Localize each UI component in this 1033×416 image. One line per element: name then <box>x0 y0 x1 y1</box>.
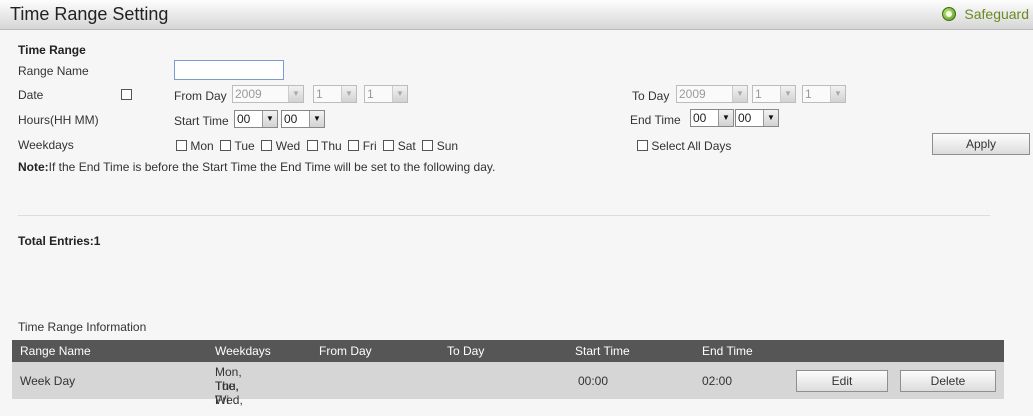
date-label: Date <box>18 88 44 102</box>
start-minute-select[interactable]: 00 ▼ <box>281 110 325 128</box>
from-year-select[interactable]: 2009 ▼ <box>232 85 304 103</box>
day-checkbox-wed[interactable] <box>261 140 273 151</box>
note-prefix: Note: <box>18 160 49 174</box>
to-month-select[interactable]: 1 ▼ <box>752 85 796 103</box>
total-entries: Total Entries:1 <box>18 234 101 248</box>
day-checkbox-sat[interactable] <box>383 140 395 151</box>
safeguard-badge: Safeguard <box>942 6 1029 22</box>
start-time-label: Start Time <box>174 114 229 128</box>
to-day-label: To Day <box>632 89 670 103</box>
chevron-down-icon: ▼ <box>763 110 778 126</box>
col-to-day: To Day <box>447 344 485 358</box>
chevron-down-icon: ▼ <box>262 111 277 127</box>
day-label-mon: Mon <box>190 139 214 153</box>
chevron-down-icon: ▼ <box>288 86 303 102</box>
select-all-label: Select All Days <box>651 139 732 153</box>
table-header: Range Name Weekdays From Day To Day Star… <box>12 340 1004 362</box>
edit-button[interactable]: Edit <box>796 370 888 392</box>
page-header: Time Range Setting Safeguard <box>0 0 1033 30</box>
note: Note:If the End Time is before the Start… <box>18 160 495 174</box>
day-label-sat: Sat <box>397 139 416 153</box>
weekday-checkboxes: Mon Tue Wed Thu Fri Sat Sun <box>176 139 458 153</box>
day-label-thu: Thu <box>321 139 342 153</box>
chevron-down-icon: ▼ <box>732 86 747 102</box>
cell-start-time: 00:00 <box>578 374 609 388</box>
chevron-down-icon: ▼ <box>780 86 795 102</box>
to-year-select[interactable]: 2009 ▼ <box>676 85 748 103</box>
cell-end-time: 02:00 <box>702 374 733 388</box>
date-checkbox[interactable] <box>121 89 132 100</box>
chevron-down-icon: ▼ <box>718 110 733 126</box>
hours-label: Hours(HH MM) <box>18 113 99 127</box>
chevron-down-icon: ▼ <box>341 86 356 102</box>
col-start-time: Start Time <box>575 344 630 358</box>
range-name-input[interactable] <box>174 60 284 80</box>
from-day-label: From Day <box>174 89 227 103</box>
day-checkbox-sun[interactable] <box>422 140 434 151</box>
start-hour-select[interactable]: 00 ▼ <box>234 110 278 128</box>
from-day-select[interactable]: 1 ▼ <box>364 85 408 103</box>
divider <box>18 215 990 216</box>
day-checkbox-fri[interactable] <box>348 140 360 151</box>
section-title: Time Range <box>18 43 86 57</box>
col-range-name: Range Name <box>20 344 91 358</box>
note-text: If the End Time is before the Start Time… <box>48 160 496 174</box>
safeguard-icon <box>942 7 957 21</box>
end-hour-select[interactable]: 00 ▼ <box>690 109 734 127</box>
chevron-down-icon: ▼ <box>309 111 324 127</box>
table-caption: Time Range Information <box>18 320 147 334</box>
day-label-wed: Wed <box>275 139 301 153</box>
end-time-label: End Time <box>630 113 681 127</box>
day-label-sun: Sun <box>436 139 459 153</box>
to-day-select[interactable]: 1 ▼ <box>802 85 846 103</box>
delete-button[interactable]: Delete <box>900 370 996 392</box>
day-label-fri: Fri <box>362 139 377 153</box>
col-weekdays: Weekdays <box>215 344 271 358</box>
safeguard-label: Safeguard <box>964 6 1029 22</box>
day-label-tue: Tue <box>234 139 255 153</box>
chevron-down-icon: ▼ <box>392 86 407 102</box>
col-end-time: End Time <box>702 344 753 358</box>
end-minute-select[interactable]: 00 ▼ <box>735 109 779 127</box>
range-name-label: Range Name <box>18 64 89 78</box>
select-all-checkbox[interactable] <box>637 140 648 151</box>
day-checkbox-tue[interactable] <box>220 140 232 151</box>
from-month-select[interactable]: 1 ▼ <box>313 85 357 103</box>
cell-range-name: Week Day <box>20 374 76 388</box>
chevron-down-icon: ▼ <box>830 86 845 102</box>
table-row: Week Day Mon, Tue, Wed, Thu, Fri 00:00 02… <box>12 362 1004 407</box>
day-checkbox-mon[interactable] <box>176 140 187 151</box>
day-checkbox-thu[interactable] <box>306 140 318 151</box>
select-all-days: Select All Days <box>637 139 731 153</box>
col-from-day: From Day <box>319 344 372 358</box>
apply-button[interactable]: Apply <box>932 133 1030 155</box>
weekdays-label: Weekdays <box>18 138 74 152</box>
page-title: Time Range Setting <box>10 4 169 24</box>
